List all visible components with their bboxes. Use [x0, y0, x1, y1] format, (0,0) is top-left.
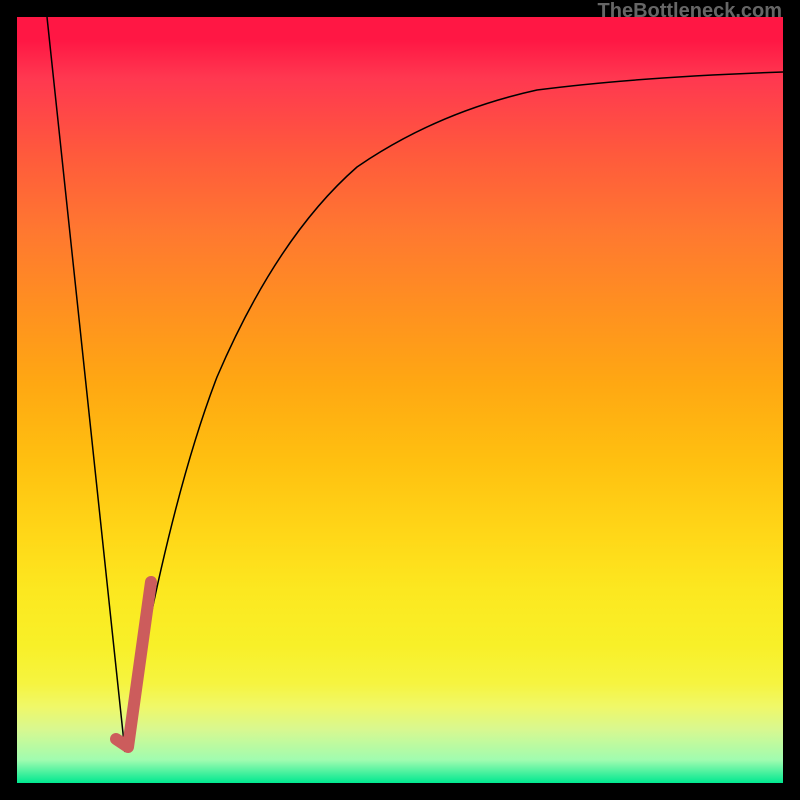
highlight-j-segment	[116, 582, 151, 747]
chart-plot-area	[17, 17, 783, 783]
right-ascending-curve	[125, 72, 783, 752]
chart-svg	[17, 17, 783, 783]
left-descending-line	[47, 17, 125, 752]
watermark-text: TheBottleneck.com	[598, 0, 782, 23]
